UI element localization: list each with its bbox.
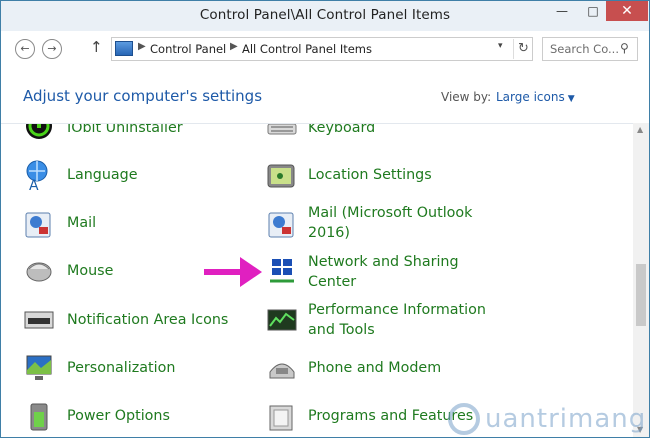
page-title: Adjust your computer's settings [23,87,263,105]
maximize-button[interactable]: □ [578,1,608,21]
search-icon[interactable]: ⚲ [620,41,629,55]
view-by-label: View by: [441,90,492,104]
item-mail-outlook-line2[interactable]: 2016) [308,223,350,243]
phone-modem-icon[interactable] [266,352,298,384]
breadcrumb-separator-icon[interactable]: ▶ [138,41,146,52]
language-icon[interactable]: A [23,159,55,191]
breadcrumb-control-panel[interactable]: Control Panel [150,42,226,56]
programs-features-icon[interactable] [266,400,298,432]
scrollbar-thumb[interactable] [636,264,646,326]
items-list: IObit Uninstaller Keyboard A Language Lo… [1,124,633,437]
iobit-uninstaller-icon[interactable] [23,124,55,142]
back-button[interactable]: ← [15,39,35,59]
item-performance-line1[interactable]: Performance Information [308,300,486,320]
annotation-arrow-icon [204,249,264,299]
vertical-scrollbar[interactable]: ▲ ▼ [633,123,649,437]
item-mail-outlook-line1[interactable]: Mail (Microsoft Outlook [308,203,472,223]
item-performance-line2[interactable]: and Tools [308,320,375,340]
personalization-icon[interactable] [23,352,55,384]
item-language[interactable]: Language [67,165,138,185]
mail-outlook-icon[interactable] [266,207,298,239]
search-placeholder: Search Co... [550,42,619,56]
item-phone-modem[interactable]: Phone and Modem [308,358,441,378]
item-mail[interactable]: Mail [67,213,96,233]
performance-icon[interactable] [266,304,298,336]
svg-text:A: A [29,178,39,191]
watermark: uantrimang [447,399,645,437]
item-location-settings[interactable]: Location Settings [308,165,432,185]
address-dropdown-icon[interactable]: ▾ [498,41,503,51]
breadcrumb-all-items[interactable]: All Control Panel Items [242,42,372,56]
chevron-down-icon[interactable]: ▼ [568,94,575,104]
address-bar[interactable]: ▶ Control Panel ▶ All Control Panel Item… [111,37,533,61]
mouse-icon[interactable] [23,255,55,287]
power-options-icon[interactable] [23,400,55,432]
keyboard-icon[interactable] [266,124,298,144]
up-button[interactable]: ↑ [90,38,103,56]
navigation-bar: ← → ↑ ▶ Control Panel ▶ All Control Pane… [1,31,649,67]
scroll-up-icon[interactable]: ▲ [637,125,643,134]
item-notification-area-icons[interactable]: Notification Area Icons [67,310,228,330]
item-iobit-uninstaller[interactable]: IObit Uninstaller [67,124,183,138]
breadcrumb-separator-icon[interactable]: ▶ [230,41,238,52]
mail-icon[interactable] [23,207,55,239]
close-button[interactable]: ✕ [606,1,648,21]
control-panel-icon [115,41,133,56]
refresh-button[interactable]: ↻ [513,39,533,59]
location-settings-icon[interactable] [266,159,298,191]
item-network-sharing-line1[interactable]: Network and Sharing [308,252,459,272]
view-mode-dropdown[interactable]: Large icons ▼ [496,90,575,104]
item-power-options[interactable]: Power Options [67,406,170,426]
control-panel-window: Control Panel\All Control Panel Items — … [0,0,650,438]
notification-area-icon[interactable] [23,304,55,336]
item-personalization[interactable]: Personalization [67,358,175,378]
item-network-sharing-line2[interactable]: Center [308,272,356,292]
item-mouse[interactable]: Mouse [67,261,113,281]
search-input[interactable]: Search Co... ⚲ [542,37,638,61]
forward-button[interactable]: → [42,39,62,59]
view-mode-value[interactable]: Large icons [496,90,565,104]
network-sharing-icon[interactable] [266,255,298,287]
item-keyboard[interactable]: Keyboard [308,124,375,138]
minimize-button[interactable]: — [547,1,577,21]
title-bar: Control Panel\All Control Panel Items — … [1,1,649,32]
watermark-logo-icon [448,403,480,435]
watermark-text: uantrimang [485,404,647,434]
